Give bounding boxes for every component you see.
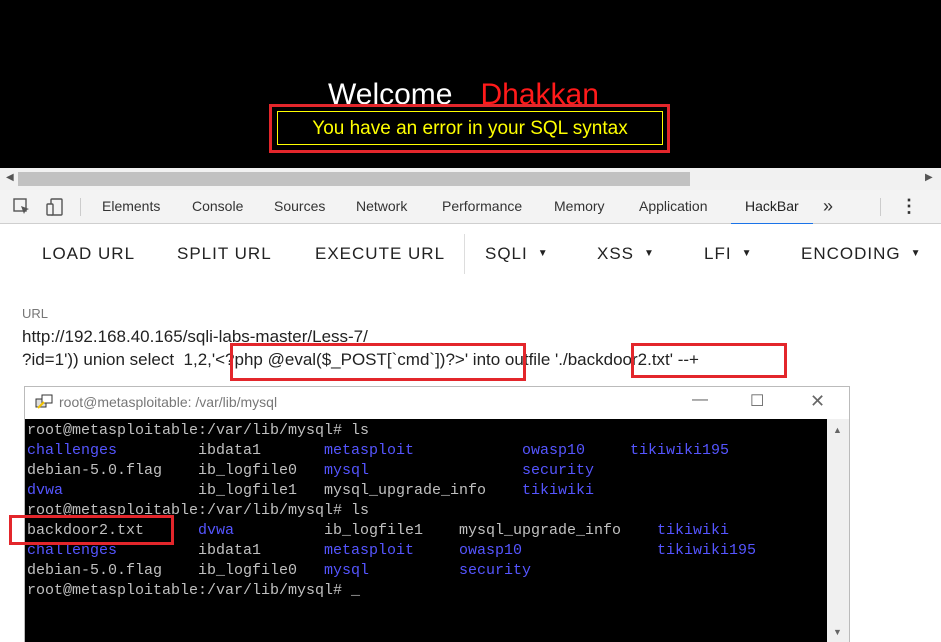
device-toolbar-icon[interactable] [46, 198, 64, 216]
hackbar-toolbar: LOAD URL SPLIT URL EXECUTE URL SQLI ▼ XSS… [0, 224, 941, 284]
terminal-entry: tikiwiki195 [630, 442, 730, 459]
terminal-entry: mysql_upgrade_info [459, 522, 622, 539]
sqli-menu-label: SQLI [485, 244, 528, 263]
terminal-scrollbar[interactable]: ▲ ▼ [827, 419, 849, 642]
terminal-entry: mysql [324, 462, 370, 479]
terminal-entry: debian-5.0.flag [27, 562, 163, 579]
terminal-entry: mysql [324, 562, 370, 579]
horizontal-scrollbar[interactable]: ◀ ▶ [0, 168, 941, 190]
scroll-thumb[interactable] [18, 172, 690, 186]
tab-sources[interactable]: Sources [274, 190, 325, 223]
terminal-entry: ib_logfile0 [198, 462, 298, 479]
terminal-cursor: _ [351, 582, 361, 599]
terminal-entry: owasp10 [459, 542, 523, 559]
terminal-prompt: root@metasploitable:/var/lib/mysql# ls [27, 422, 370, 439]
terminal-entry: ib_logfile1 [198, 482, 298, 499]
terminal-entry: tikiwiki [657, 522, 730, 539]
url-textarea[interactable]: URL http://192.168.40.165/sqli-labs-mast… [0, 284, 941, 394]
terminal-entry: owasp10 [522, 442, 586, 459]
terminal-entry: challenges [27, 442, 118, 459]
terminal-output[interactable]: root@metasploitable:/var/lib/mysql# ls ch… [25, 419, 827, 642]
load-url-button[interactable]: LOAD URL [42, 244, 135, 264]
sql-error-message: You have an error in your SQL syntax [277, 111, 663, 145]
user-name: Dhakkan [480, 78, 599, 111]
terminal-title: root@metasploitable: /var/lib/mysql [59, 394, 278, 410]
split-url-button[interactable]: SPLIT URL [177, 244, 272, 264]
terminal-entry: ib_logfile1 [324, 522, 424, 539]
welcome-heading: Welcome Dhakkan [328, 78, 599, 112]
scroll-right-icon[interactable]: ▶ [925, 172, 933, 183]
scroll-down-icon[interactable]: ▼ [833, 627, 842, 637]
toolbar-divider [80, 198, 81, 216]
lfi-menu[interactable]: LFI ▼ [704, 244, 752, 264]
terminal-titlebar[interactable]: root@metasploitable: /var/lib/mysql — ☐ … [25, 387, 849, 419]
terminal-entry: ibdata1 [198, 542, 262, 559]
sqli-menu[interactable]: SQLI ▼ [485, 244, 549, 264]
terminal-entry: security [459, 562, 532, 579]
close-icon[interactable]: ✕ [810, 391, 825, 412]
terminal-entry: dvwa [198, 522, 235, 539]
terminal-prompt: root@metasploitable:/var/lib/mysql# ls [27, 502, 370, 519]
tab-network[interactable]: Network [356, 190, 407, 223]
maximize-icon[interactable]: ☐ [750, 391, 764, 411]
tab-application[interactable]: Application [639, 190, 708, 223]
terminal-entry: debian-5.0.flag [27, 462, 163, 479]
url-line-1[interactable]: http://192.168.40.165/sqli-labs-master/L… [22, 327, 368, 347]
caret-down-icon: ▼ [910, 248, 922, 259]
encoding-menu-label: ENCODING [801, 244, 901, 263]
putty-icon [35, 394, 53, 409]
scroll-left-icon[interactable]: ◀ [6, 172, 14, 183]
tab-memory[interactable]: Memory [554, 190, 605, 223]
inspect-element-icon[interactable] [13, 198, 31, 216]
terminal-entry: ibdata1 [198, 442, 262, 459]
tab-elements[interactable]: Elements [102, 190, 160, 223]
terminal-entry: security [522, 462, 595, 479]
terminal-entry: ib_logfile0 [198, 562, 298, 579]
scroll-up-icon[interactable]: ▲ [833, 425, 842, 435]
devtools-tab-bar: Elements Console Sources Network Perform… [0, 190, 941, 225]
toolbar-divider [464, 234, 465, 274]
more-tabs-icon[interactable]: » [823, 190, 833, 223]
terminal-prompt: root@metasploitable:/var/lib/mysql# [27, 582, 352, 599]
execute-url-button[interactable]: EXECUTE URL [315, 244, 445, 264]
devtools-menu-icon[interactable]: ⋮ [900, 190, 918, 223]
tab-hackbar[interactable]: HackBar [731, 190, 813, 225]
url-line-2[interactable]: ?id=1')) union select 1,2,'<?php @eval($… [22, 350, 699, 370]
tab-performance[interactable]: Performance [442, 190, 522, 223]
toolbar-divider [880, 198, 881, 216]
terminal-entry: metasploit [324, 442, 415, 459]
minimize-icon[interactable]: — [692, 391, 708, 409]
page-viewport: Welcome Dhakkan You have an error in your… [0, 0, 941, 168]
terminal-entry: tikiwiki195 [657, 542, 757, 559]
terminal-entry: dvwa [27, 482, 64, 499]
xss-menu[interactable]: XSS ▼ [597, 244, 655, 264]
caret-down-icon: ▼ [741, 248, 753, 259]
terminal-entry: backdoor2.txt [27, 522, 145, 539]
url-area-remainder [848, 386, 941, 641]
terminal-entry: metasploit [324, 542, 415, 559]
terminal-entry: challenges [27, 542, 118, 559]
caret-down-icon: ▼ [537, 248, 549, 259]
terminal-entry: tikiwiki [522, 482, 595, 499]
url-label: URL [22, 306, 49, 321]
caret-down-icon: ▼ [644, 248, 655, 259]
tab-console[interactable]: Console [192, 190, 243, 223]
xss-menu-label: XSS [597, 244, 635, 263]
welcome-text: Welcome [328, 78, 453, 111]
terminal-window[interactable]: root@metasploitable: /var/lib/mysql — ☐ … [24, 386, 850, 642]
encoding-menu[interactable]: ENCODING ▼ [801, 244, 922, 264]
lfi-menu-label: LFI [704, 244, 732, 263]
terminal-entry: mysql_upgrade_info [324, 482, 487, 499]
